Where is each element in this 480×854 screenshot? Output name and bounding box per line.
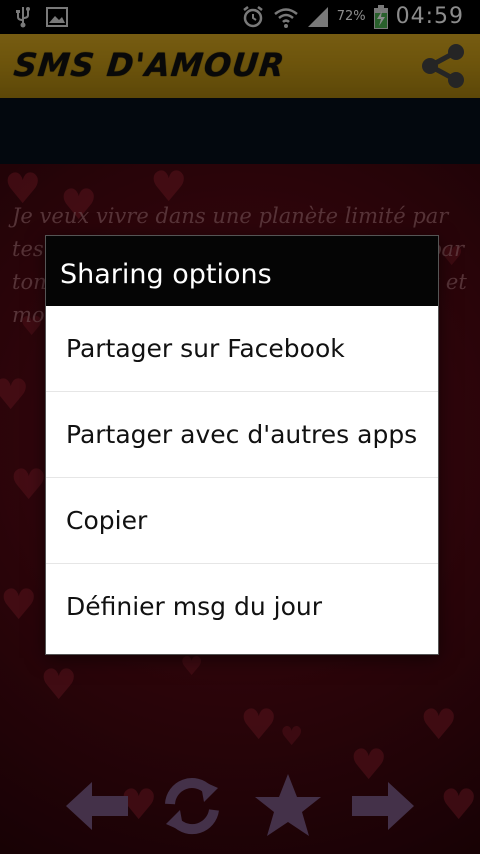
option-set-message-of-day[interactable]: Définier msg du jour bbox=[46, 564, 438, 650]
option-share-facebook[interactable]: Partager sur Facebook bbox=[46, 306, 438, 392]
option-label: Copier bbox=[66, 505, 148, 535]
option-label: Partager sur Facebook bbox=[66, 333, 345, 363]
option-label: Définier msg du jour bbox=[66, 592, 322, 621]
sharing-options-dialog: Sharing options Partager sur Facebook Pa… bbox=[46, 236, 438, 654]
option-label: Partager avec d'autres apps bbox=[66, 419, 418, 449]
option-share-other-apps[interactable]: Partager avec d'autres apps bbox=[46, 392, 438, 478]
option-copy[interactable]: Copier bbox=[46, 478, 438, 564]
dialog-title: Sharing options bbox=[46, 236, 438, 306]
